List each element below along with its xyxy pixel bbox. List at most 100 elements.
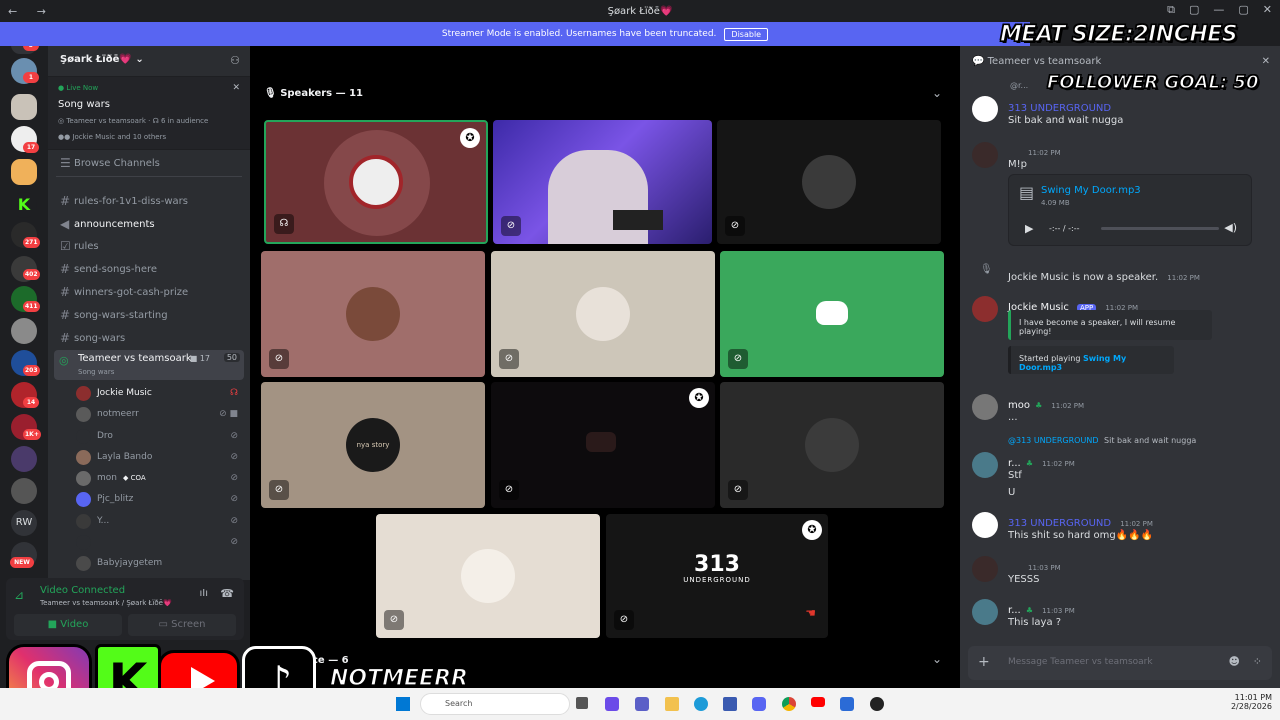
inbox-icon[interactable]: ⧉ [1167,3,1175,17]
browse-channels[interactable]: ☰ Browse Channels [60,154,160,172]
voice-user[interactable]: Jockie Music ☊ [76,384,242,402]
connection-channel: Teameer vs teamsoark / Şøark Łïðē💗 [40,599,172,607]
browse-label: Browse Channels [74,157,160,169]
screen-button[interactable]: ▭ Screen [128,614,236,636]
disconnect-icon[interactable]: ☎ [220,587,234,600]
close-icon[interactable]: ✕ [1262,56,1270,67]
explorer-icon[interactable] [665,697,679,711]
app-icon[interactable] [870,697,884,711]
chat-message: moo ♣ 11:02 PM ... [1008,393,1084,423]
chat-message: 11:03 PM YESSS [1008,555,1061,585]
server-rw-icon[interactable]: RW [11,510,37,536]
attachment-name[interactable]: Swing My Door.mp3 [1041,185,1141,196]
avatar [972,142,998,168]
speaker-tile[interactable]: ✪ ☊ [264,120,488,244]
speaker-tile[interactable]: ⊘ [717,120,941,244]
volume-icon[interactable]: ◀) [1224,221,1237,234]
speaker-tile[interactable]: nya story ⊘ [261,382,485,508]
speaker-tile[interactable]: ⊘ [376,514,600,638]
help-icon[interactable]: ▢ [1189,3,1199,17]
copilot-icon[interactable] [605,697,619,711]
voice-user[interactable]: mon ◆ COA ⊘ [76,469,242,487]
speakers-header-text: Speakers — 11 [280,88,364,99]
voice-user[interactable]: Layla Bando ⊘ [76,448,242,466]
discord-taskbar-icon[interactable] [752,697,766,711]
speakers-header: 🎙 Speakers — 11 [264,88,364,99]
channel-send-songs[interactable]: # send-songs-here [60,260,157,278]
message-time: 11:03 PM [1042,607,1075,615]
channel-song-wars[interactable]: # song-wars [60,329,125,347]
chevron-down-icon[interactable]: ⌄ [932,86,942,100]
voice-user[interactable]: notmeerr ⊘ ■ [76,405,242,423]
hash-icon: # [60,308,71,322]
avatar [76,513,91,529]
teams-icon[interactable] [635,697,649,711]
live-now-card[interactable]: ● Live Now ✕ Song wars ◎ Teameer vs team… [48,76,250,150]
video-tile[interactable]: ⊘ [493,120,712,244]
app-icon[interactable] [840,697,854,711]
add-member-icon[interactable]: ⚇ [230,54,240,67]
channel-winners[interactable]: # winners-got-cash-prize [60,283,188,301]
speaker-tile[interactable]: 313 UNDERGROUND ✪ ⊘ ☚ [606,514,828,638]
start-icon[interactable] [396,697,410,711]
message-input[interactable]: Message Teameer vs teamsoark [1008,657,1153,667]
cursor-icon: ☚ [805,606,816,620]
message-input-box[interactable]: + Message Teameer vs teamsoark ☻ ⁘ [968,646,1272,680]
speaker-tile[interactable]: ✪ ⊘ [491,382,715,508]
task-view-icon[interactable] [576,697,588,709]
minimize-button[interactable]: — [1213,3,1224,17]
badge: 1 [23,72,39,83]
channel-song-wars-starting[interactable]: # song-wars-starting [60,306,168,324]
hash-icon: # [60,194,71,208]
server-icon[interactable] [11,478,37,504]
mic-muted-icon: ⊘ [269,480,289,500]
clock[interactable]: 11:01 PM 2/28/2026 [1212,693,1272,711]
mic-muted-icon: ⊘ [230,494,238,504]
voice-user[interactable]: Y... ⊘ [76,512,242,530]
chrome-icon[interactable] [782,697,796,711]
close-button[interactable]: ✕ [1263,3,1272,17]
edge-icon[interactable] [694,697,708,711]
play-icon[interactable]: ▶ [1025,222,1033,235]
server-icon[interactable] [11,94,37,120]
server-name[interactable]: Şøark Łïðē💗 ⌄ [60,54,144,65]
video-button[interactable]: ■ Video [14,614,122,636]
speaker-avatar [805,418,859,472]
channel-rules[interactable]: ☑ rules [60,237,99,255]
chevron-down-icon[interactable]: ⌄ [932,652,942,666]
role-icon: ♣ [1035,401,1043,410]
server-icon[interactable] [11,159,37,185]
stage-channel-sub: Song wars [78,368,115,376]
voice-user[interactable]: ⊘ [76,533,242,551]
audio-progress[interactable] [1101,227,1219,230]
voice-user-name: Jockie Music [97,388,152,398]
speaker-tile[interactable]: ⊘ [261,251,485,377]
server-icon[interactable] [11,318,37,344]
taskbar-search[interactable]: Search [420,693,570,715]
disable-button[interactable]: Disable [724,27,769,41]
speaker-tile[interactable]: ⊘ [720,382,944,508]
window-controls[interactable]: ⧉ ▢ — ▢ ✕ [1167,3,1272,17]
avatar [76,385,91,401]
voice-user[interactable]: Pjc_blitz ⊘ [76,490,242,508]
soundboard-icon[interactable]: ıIı [199,588,208,599]
store-icon[interactable] [723,697,737,711]
youtube-taskbar-icon[interactable] [811,697,825,707]
add-attachment-icon[interactable]: + [978,654,990,670]
hash-icon: # [60,285,71,299]
avatar [972,556,998,582]
close-icon[interactable]: ✕ [232,83,240,93]
speaker-tile[interactable]: ⊘ [491,251,715,377]
emoji-icon[interactable]: ☻ [1229,655,1240,668]
channel-announcements[interactable]: ◀ announcements [60,215,155,233]
apps-icon[interactable]: ⁘ [1253,655,1262,668]
connection-status: Video Connected [40,585,126,596]
voice-user[interactable]: Babyjaygetem [76,554,242,572]
server-icon[interactable] [11,446,37,472]
stage-channel-active[interactable]: ◎ Teameer vs teamsoark Song wars ■ 17 50 [54,350,244,380]
speaker-tile[interactable]: ⊘ [720,251,944,377]
voice-user[interactable]: Dro ⊘ [76,427,242,445]
maximize-button[interactable]: ▢ [1238,3,1248,17]
kick-icon[interactable]: K [11,192,37,218]
channel-rules-for-1v1[interactable]: # rules-for-1v1-diss-wars [60,192,188,210]
